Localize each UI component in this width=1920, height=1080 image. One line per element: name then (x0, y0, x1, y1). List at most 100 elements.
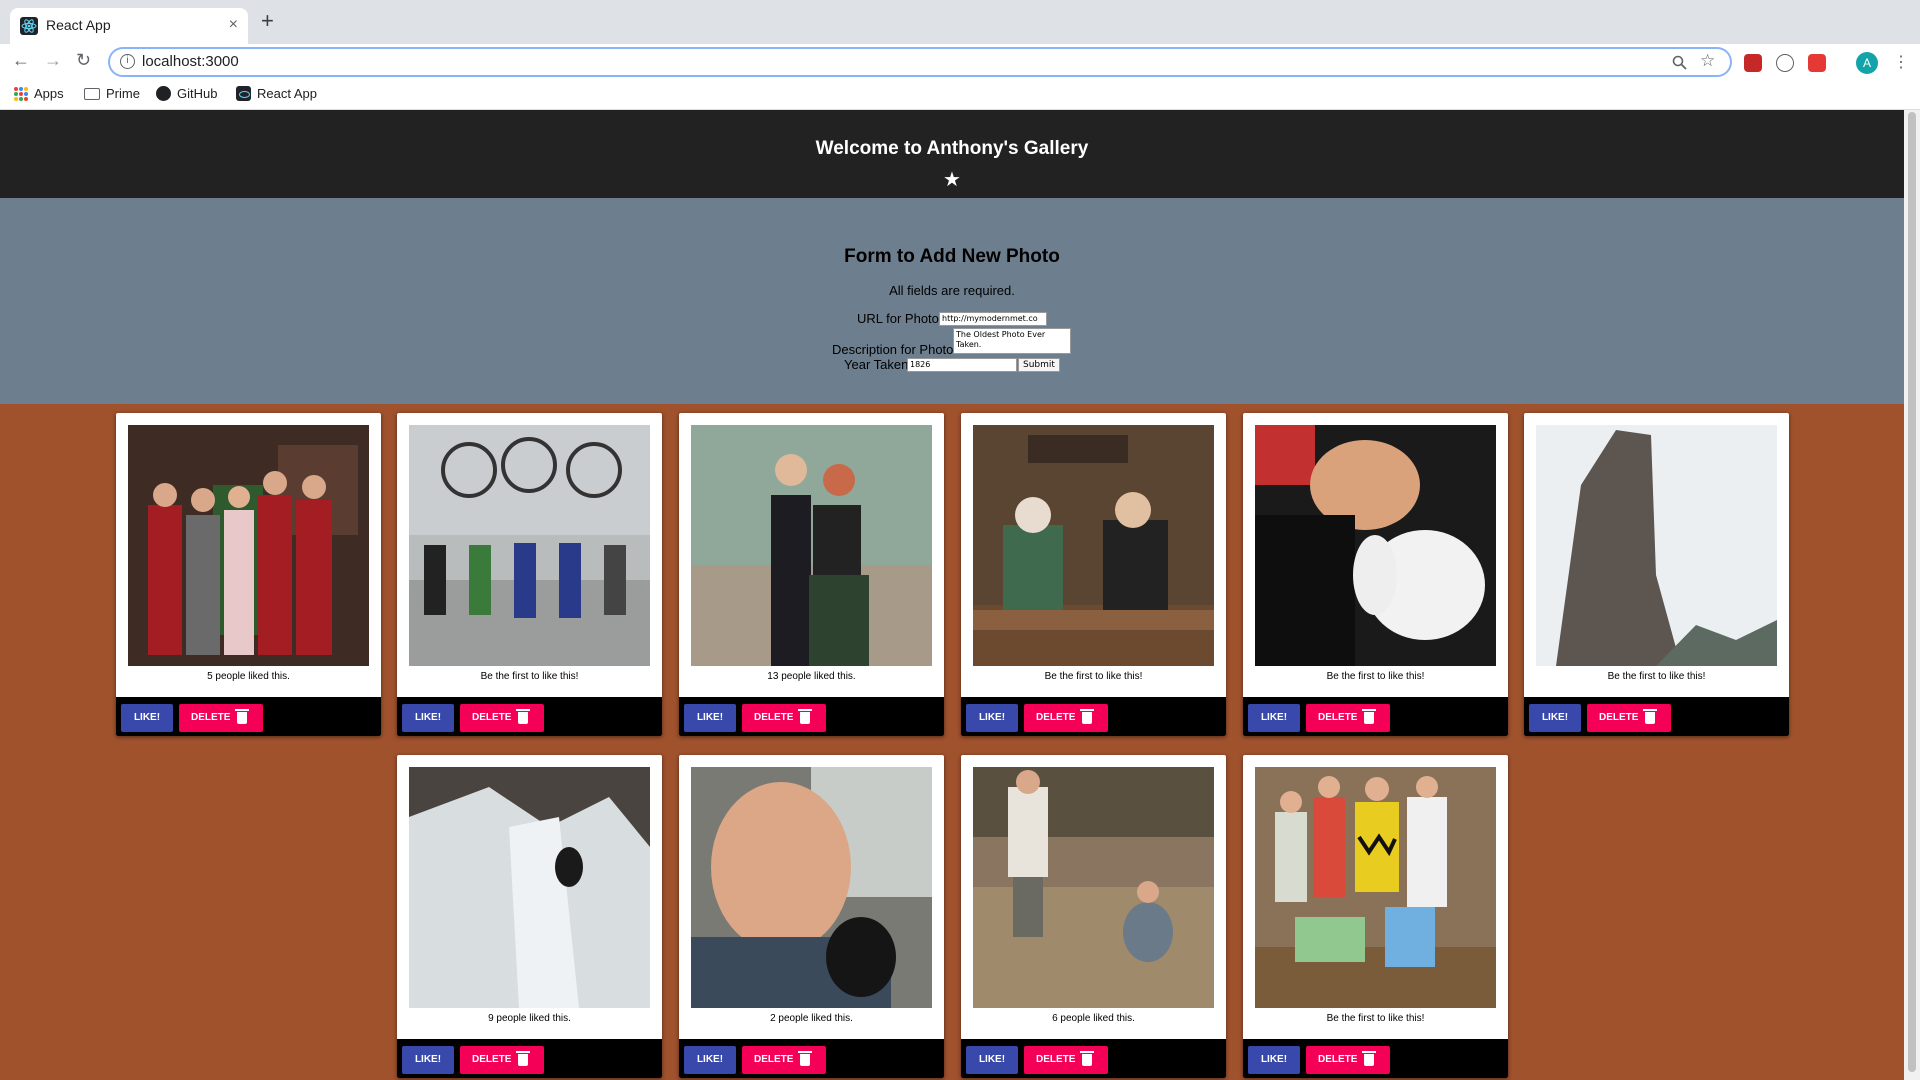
bookmark-react-app[interactable]: React App (236, 86, 317, 101)
photo-card: 6 people liked this. LIKE! DELETE (961, 755, 1226, 1078)
delete-label: DELETE (1036, 712, 1076, 723)
delete-button[interactable]: DELETE (179, 704, 263, 732)
site-info-icon[interactable]: i (120, 54, 135, 69)
apps-grid-icon (14, 86, 28, 101)
delete-button[interactable]: DELETE (1587, 704, 1671, 732)
card-actions: LIKE! DELETE (116, 697, 381, 736)
browser-tab-bar: React App × + (0, 0, 1920, 44)
photo-card: Be the first to like this! LIKE! DELETE (961, 413, 1226, 736)
card-actions: LIKE! DELETE (961, 697, 1226, 736)
photo-image (409, 425, 650, 666)
photo-gallery: 5 people liked this. LIKE! DELETE Be the… (0, 404, 1904, 1080)
like-button[interactable]: LIKE! (121, 704, 173, 732)
new-tab-button[interactable]: + (261, 10, 274, 32)
delete-label: DELETE (754, 712, 794, 723)
like-button[interactable]: LIKE! (1248, 704, 1300, 732)
delete-button[interactable]: DELETE (1306, 704, 1390, 732)
browser-tab[interactable]: React App × (10, 8, 248, 44)
trash-icon (235, 709, 249, 724)
like-button[interactable]: LIKE! (402, 704, 454, 732)
extension-icon[interactable] (1776, 54, 1794, 72)
year-input[interactable]: 1826 (907, 358, 1017, 372)
browser-menu-icon[interactable]: ⋮ (1893, 52, 1909, 72)
photo-image (409, 767, 650, 1008)
delete-button[interactable]: DELETE (1024, 1046, 1108, 1074)
trash-icon (1080, 1051, 1094, 1066)
card-actions: LIKE! DELETE (961, 1039, 1226, 1078)
photo-card: 2 people liked this. LIKE! DELETE (679, 755, 944, 1078)
bookmark-apps[interactable]: Apps (14, 86, 64, 101)
scrollbar-thumb[interactable] (1908, 112, 1916, 1072)
likes-text: 2 people liked this. (770, 1013, 853, 1024)
url-input[interactable]: http://mymodernmet.co (939, 312, 1047, 326)
url-text[interactable]: localhost:3000 (142, 53, 239, 70)
card-actions: LIKE! DELETE (397, 1039, 662, 1078)
like-button[interactable]: LIKE! (684, 704, 736, 732)
extension-red-icon[interactable] (1808, 54, 1826, 72)
description-label: Description for Photo (832, 342, 954, 357)
bookmarks-bar: Apps Prime GitHub React App (0, 82, 1920, 110)
browser-toolbar: ← → ↻ i localhost:3000 ☆ A ⋮ (0, 44, 1920, 82)
description-textarea[interactable]: The Oldest Photo Ever Taken. (953, 328, 1071, 354)
delete-button[interactable]: DELETE (460, 1046, 544, 1074)
github-icon (156, 86, 171, 101)
delete-button[interactable]: DELETE (742, 704, 826, 732)
address-bar[interactable]: i localhost:3000 ☆ (108, 47, 1732, 77)
delete-button[interactable]: DELETE (742, 1046, 826, 1074)
trash-icon (516, 1051, 530, 1066)
likes-text: Be the first to like this! (1326, 1013, 1425, 1024)
delete-label: DELETE (1599, 712, 1639, 723)
forward-icon[interactable]: → (44, 50, 62, 70)
likes-text: 5 people liked this. (207, 671, 290, 682)
trash-icon (1643, 709, 1657, 724)
bookmark-label: React App (257, 86, 317, 101)
delete-button[interactable]: DELETE (1306, 1046, 1390, 1074)
card-actions: LIKE! DELETE (397, 697, 662, 736)
bookmark-github[interactable]: GitHub (156, 86, 217, 101)
url-label: URL for Photo (857, 311, 939, 326)
page-title: Welcome to Anthony's Gallery (815, 138, 1089, 159)
like-button[interactable]: LIKE! (684, 1046, 736, 1074)
bookmark-prime[interactable]: Prime (84, 86, 140, 101)
app-header: Welcome to Anthony's Gallery ★ (0, 110, 1904, 198)
ublock-extension-icon[interactable] (1744, 54, 1762, 72)
photo-image (128, 425, 369, 666)
photo-image (1536, 425, 1777, 666)
delete-label: DELETE (472, 712, 512, 723)
likes-text: 13 people liked this. (767, 671, 856, 682)
form-note: All fields are required. (889, 283, 1015, 298)
trash-icon (798, 709, 812, 724)
like-button[interactable]: LIKE! (1529, 704, 1581, 732)
trash-icon (1080, 709, 1094, 724)
likes-text: Be the first to like this! (1044, 671, 1143, 682)
like-button[interactable]: LIKE! (1248, 1046, 1300, 1074)
trash-icon (516, 709, 530, 724)
card-actions: LIKE! DELETE (1243, 1039, 1508, 1078)
delete-button[interactable]: DELETE (460, 704, 544, 732)
bookmark-star-icon[interactable]: ☆ (1700, 51, 1715, 71)
like-button[interactable]: LIKE! (966, 704, 1018, 732)
tab-close-icon[interactable]: × (229, 16, 238, 34)
bookmark-label: GitHub (177, 86, 218, 101)
delete-label: DELETE (754, 1054, 794, 1065)
submit-button[interactable]: Submit (1018, 358, 1060, 372)
delete-label: DELETE (1036, 1054, 1076, 1065)
page-scrollbar[interactable] (1904, 110, 1920, 1080)
zoom-icon[interactable] (1672, 55, 1687, 70)
react-icon (236, 86, 251, 101)
photo-card: Be the first to like this! LIKE! DELETE (1243, 755, 1508, 1078)
back-icon[interactable]: ← (12, 50, 30, 70)
photo-image (691, 767, 932, 1008)
photo-image (973, 767, 1214, 1008)
form-title: Form to Add New Photo (844, 246, 1060, 267)
profile-avatar[interactable]: A (1856, 52, 1878, 74)
tab-title: React App (46, 17, 111, 33)
trash-icon (1362, 709, 1376, 724)
photo-card: Be the first to like this! LIKE! DELETE (1524, 413, 1789, 736)
like-button[interactable]: LIKE! (402, 1046, 454, 1074)
reload-icon[interactable]: ↻ (76, 50, 91, 70)
trash-icon (1362, 1051, 1376, 1066)
add-photo-form: Form to Add New Photo All fields are req… (0, 198, 1904, 404)
like-button[interactable]: LIKE! (966, 1046, 1018, 1074)
delete-button[interactable]: DELETE (1024, 704, 1108, 732)
